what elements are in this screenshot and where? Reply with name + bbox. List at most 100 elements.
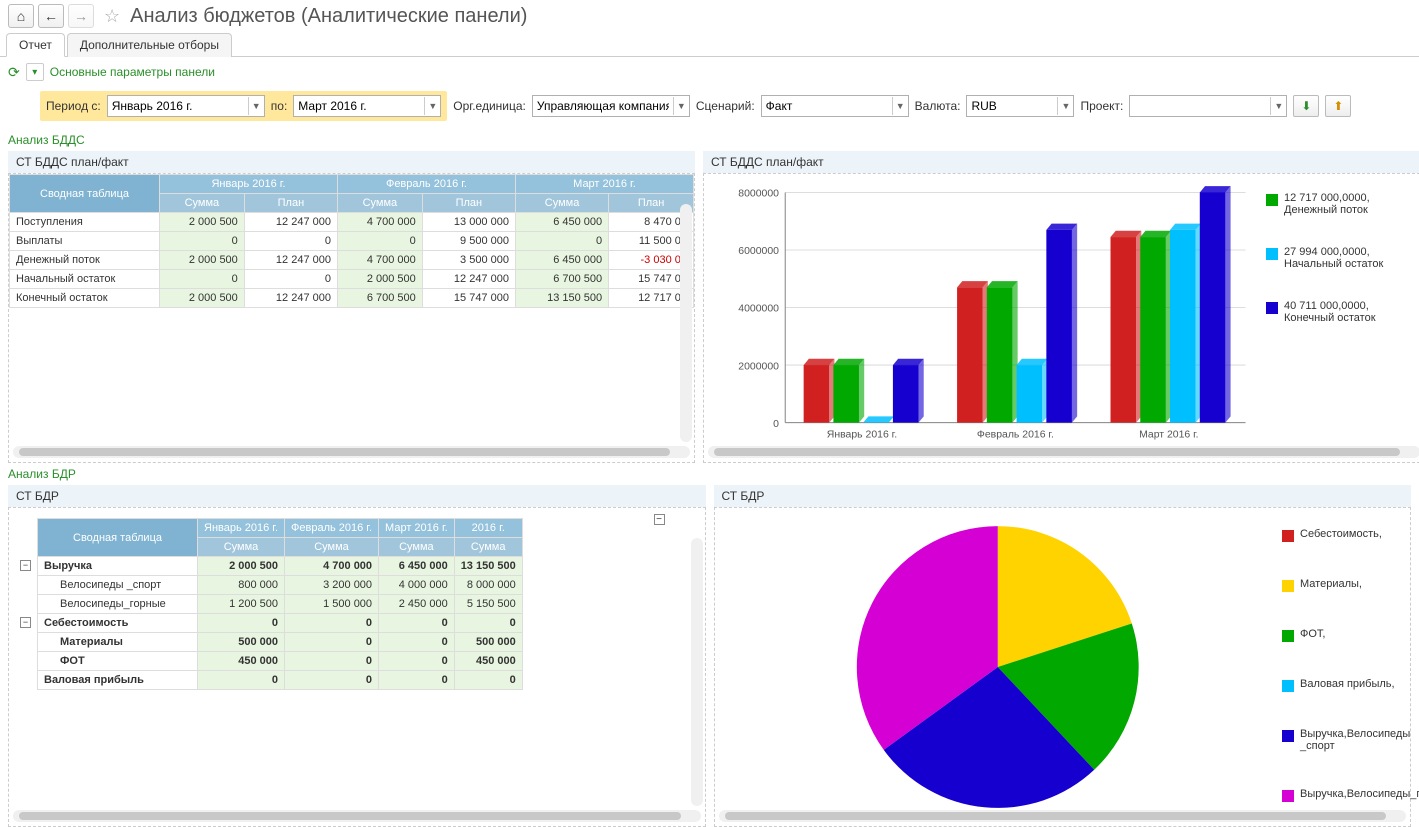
period-from-dropdown-icon[interactable]: ▼ <box>248 97 264 115</box>
back-button[interactable]: ← <box>38 4 64 28</box>
cell-value: 1 500 000 <box>285 595 379 614</box>
load-settings-button[interactable]: ⬆ <box>1325 95 1351 117</box>
project-dropdown-icon[interactable]: ▼ <box>1270 97 1286 115</box>
scenario-field[interactable]: ▼ <box>761 95 909 117</box>
org-unit-label: Орг.единица: <box>453 99 526 113</box>
period-to-dropdown-icon[interactable]: ▼ <box>424 97 440 115</box>
row-label: −Выручка <box>38 557 198 576</box>
table-row[interactable]: Материалы500 00000500 000 <box>38 633 523 652</box>
cell-value: 3 500 000 <box>422 251 515 270</box>
cell-value: 0 <box>285 614 379 633</box>
horizontal-scrollbar-2[interactable] <box>13 810 701 822</box>
legend-swatch <box>1282 730 1294 742</box>
tab-report[interactable]: Отчет <box>6 33 65 57</box>
pie-h-scrollbar[interactable] <box>719 810 1407 822</box>
table-row[interactable]: Денежный поток2 000 50012 247 0004 700 0… <box>10 251 694 270</box>
vertical-scrollbar[interactable] <box>680 204 692 442</box>
legend-label: Материалы, <box>1300 578 1362 590</box>
period-to-field[interactable]: ▼ <box>293 95 441 117</box>
bdds-table[interactable]: Сводная таблица Январь 2016 г. Февраль 2… <box>9 174 694 308</box>
currency-input[interactable] <box>967 97 1057 115</box>
table-row[interactable]: −Выручка2 000 5004 700 0006 450 00013 15… <box>38 557 523 576</box>
period-from-field[interactable]: ▼ <box>107 95 265 117</box>
table-row[interactable]: Поступления2 000 50012 247 0004 700 0001… <box>10 213 694 232</box>
pie-title: СТ БДР <box>714 485 1412 507</box>
bdr-pie-chart <box>723 516 1273 818</box>
chart-h-scrollbar[interactable] <box>708 446 1419 458</box>
month2-0: Январь 2016 г. <box>198 519 285 538</box>
legend-item: Материалы, <box>1282 578 1402 592</box>
org-unit-dropdown-icon[interactable]: ▼ <box>673 97 689 115</box>
legend-item: 12 717 000,0000, Денежный поток <box>1266 192 1416 216</box>
subcol2: Сумма <box>454 538 522 557</box>
cell-value: 0 <box>285 652 379 671</box>
cell-value: 6 450 000 <box>379 557 455 576</box>
cell-value: 0 <box>198 671 285 690</box>
scenario-dropdown-icon[interactable]: ▼ <box>892 97 908 115</box>
period-to-label: по: <box>271 99 288 113</box>
refresh-icon[interactable]: ⟳ <box>8 64 20 81</box>
svg-text:2000000: 2000000 <box>738 361 779 372</box>
period-to-input[interactable] <box>294 97 424 115</box>
cell-value: 500 000 <box>198 633 285 652</box>
table-row[interactable]: Конечный остаток2 000 50012 247 0006 700… <box>10 289 694 308</box>
cell-value: 2 000 500 <box>160 289 245 308</box>
cell-value: 2 000 500 <box>198 557 285 576</box>
table-row[interactable]: Начальный остаток002 000 50012 247 0006 … <box>10 270 694 289</box>
params-link[interactable]: Основные параметры панели <box>50 65 215 79</box>
month-header-2: Март 2016 г. <box>515 175 693 194</box>
table-row[interactable]: ФОТ450 00000450 000 <box>38 652 523 671</box>
cell-value: 6 450 000 <box>515 251 608 270</box>
top-toolbar: ⌂ ← → ☆ Анализ бюджетов (Аналитические п… <box>0 0 1419 32</box>
svg-text:Февраль 2016 г.: Февраль 2016 г. <box>977 429 1054 440</box>
params-collapse-toggle[interactable]: ▾ <box>26 63 44 81</box>
table-row[interactable]: −Себестоимость0000 <box>38 614 523 633</box>
project-input[interactable] <box>1130 97 1270 115</box>
save-settings-button[interactable]: ⬇ <box>1293 95 1319 117</box>
scenario-input[interactable] <box>762 97 892 115</box>
legend-item: 27 994 000,0000, Начальный остаток <box>1266 246 1416 270</box>
legend-swatch <box>1282 580 1294 592</box>
bar-chart-legend: 12 717 000,0000, Денежный поток 27 994 00… <box>1266 182 1416 454</box>
legend-swatch <box>1282 790 1294 802</box>
cell-value: 0 <box>515 232 608 251</box>
cell-value: 13 150 500 <box>454 557 522 576</box>
legend-item: Себестоимость, <box>1282 528 1402 542</box>
table-row[interactable]: Валовая прибыль0000 <box>38 671 523 690</box>
cell-value: 12 247 000 <box>244 251 337 270</box>
chart1-title: СТ БДДС план/факт <box>703 151 1419 173</box>
currency-field[interactable]: ▼ <box>966 95 1074 117</box>
row-label: Выплаты <box>10 232 160 251</box>
org-unit-field[interactable]: ▼ <box>532 95 690 117</box>
horizontal-scrollbar[interactable] <box>13 446 690 458</box>
currency-label: Валюта: <box>915 99 961 113</box>
collapse-all-toggle[interactable]: − <box>654 514 665 525</box>
project-field[interactable]: ▼ <box>1129 95 1287 117</box>
table-row[interactable]: Велосипеды _спорт800 0003 200 0004 000 0… <box>38 576 523 595</box>
favorite-star-icon[interactable]: ☆ <box>104 6 120 27</box>
period-from-input[interactable] <box>108 97 248 115</box>
table-row[interactable]: Велосипеды_горные1 200 5001 500 0002 450… <box>38 595 523 614</box>
subcol: Сумма <box>337 194 422 213</box>
org-unit-input[interactable] <box>533 97 673 115</box>
bdr-table[interactable]: Сводная таблица Январь 2016 г. Февраль 2… <box>37 518 523 690</box>
currency-dropdown-icon[interactable]: ▼ <box>1057 97 1073 115</box>
row-label: Денежный поток <box>10 251 160 270</box>
cell-value: 1 200 500 <box>198 595 285 614</box>
pie-legend: Себестоимость,Материалы,ФОТ,Валовая приб… <box>1282 516 1402 818</box>
legend-swatch <box>1266 302 1278 314</box>
home-button[interactable]: ⌂ <box>8 4 34 28</box>
cell-value: 0 <box>379 633 455 652</box>
cell-value: 4 700 000 <box>285 557 379 576</box>
forward-button[interactable]: → <box>68 4 94 28</box>
row-label: Велосипеды_горные <box>38 595 198 614</box>
cell-value: 9 500 000 <box>422 232 515 251</box>
subcol: План <box>422 194 515 213</box>
cell-value: 13 150 500 <box>515 289 608 308</box>
tab-extra-filters[interactable]: Дополнительные отборы <box>67 33 232 57</box>
vertical-scrollbar-2[interactable] <box>691 538 703 806</box>
cell-value: 12 247 000 <box>244 289 337 308</box>
tree-toggle-icon[interactable]: − <box>20 617 31 628</box>
tree-toggle-icon[interactable]: − <box>20 560 31 571</box>
table-row[interactable]: Выплаты0009 500 000011 500 00 <box>10 232 694 251</box>
